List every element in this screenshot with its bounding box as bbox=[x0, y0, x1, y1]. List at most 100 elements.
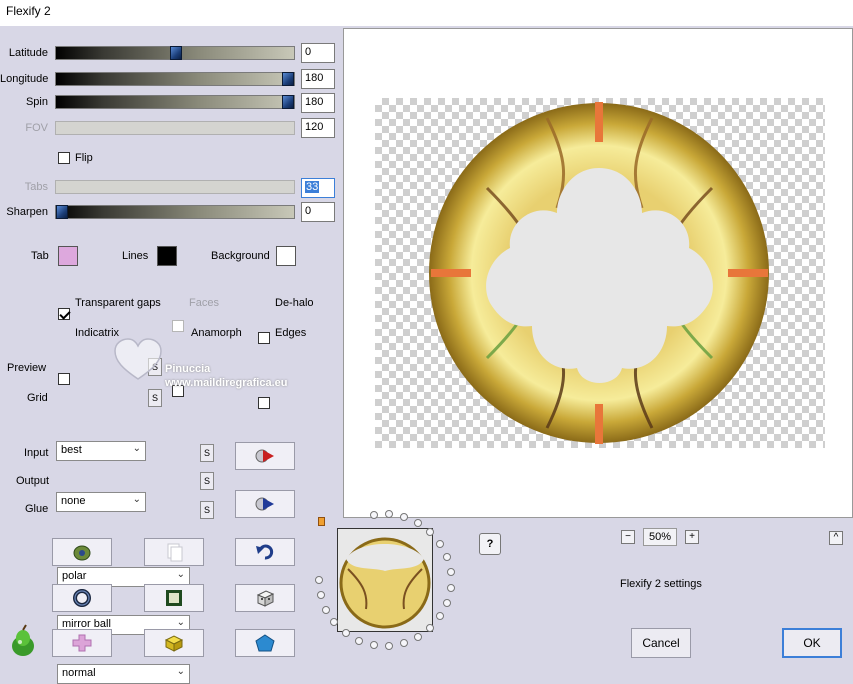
navigator-dot[interactable] bbox=[315, 576, 323, 584]
longitude-slider[interactable] bbox=[55, 72, 295, 86]
faces-label: Faces bbox=[189, 297, 219, 309]
navigator-dot[interactable] bbox=[414, 633, 422, 642]
indicatrix-checkbox[interactable] bbox=[58, 373, 70, 385]
sharpen-slider-thumb[interactable] bbox=[56, 205, 68, 219]
flip-checkbox[interactable] bbox=[58, 152, 70, 164]
edges-checkbox[interactable] bbox=[258, 397, 270, 409]
help-icon: ? bbox=[486, 538, 494, 550]
navigator-dot[interactable] bbox=[426, 624, 435, 632]
input-s-button[interactable]: S bbox=[200, 444, 214, 462]
output-preview-button[interactable] bbox=[235, 490, 295, 518]
zoom-in-button[interactable]: + bbox=[685, 530, 699, 544]
spin-slider[interactable] bbox=[55, 95, 295, 109]
de-halo-checkbox[interactable] bbox=[258, 332, 270, 344]
undo-button[interactable] bbox=[235, 538, 295, 566]
ok-button[interactable]: OK bbox=[782, 628, 842, 658]
flaming-pear-logo[interactable] bbox=[6, 624, 40, 658]
tabs-input-value: 33 bbox=[305, 181, 320, 193]
navigator-dot[interactable] bbox=[426, 527, 435, 536]
fov-input: 120 bbox=[301, 118, 335, 138]
navigator-dot[interactable] bbox=[399, 512, 408, 521]
navigator-dot[interactable] bbox=[443, 553, 452, 562]
input-label: Input bbox=[24, 447, 49, 459]
cube-button[interactable] bbox=[144, 629, 204, 657]
tab-color-swatch[interactable] bbox=[58, 246, 78, 266]
navigator-dot[interactable] bbox=[384, 641, 393, 650]
spin-input[interactable]: 180 bbox=[301, 93, 335, 113]
watermark-logo bbox=[113, 337, 163, 383]
glue-select-value: normal bbox=[62, 667, 96, 679]
turtle-icon bbox=[73, 545, 91, 561]
longitude-label: Longitude bbox=[0, 73, 49, 85]
glue-select[interactable]: normal ⌄ bbox=[57, 664, 190, 684]
de-halo-label: De-halo bbox=[275, 297, 314, 309]
chevron-down-icon: ⌄ bbox=[176, 617, 185, 628]
anamorph-label: Anamorph bbox=[191, 327, 242, 339]
random-button[interactable] bbox=[235, 584, 295, 612]
input-arrow-icon bbox=[255, 449, 274, 463]
main-preview[interactable] bbox=[343, 28, 853, 518]
tabs-input[interactable]: 33 bbox=[301, 178, 335, 198]
sharpen-input[interactable]: 0 bbox=[301, 202, 335, 222]
background-color-swatch[interactable] bbox=[276, 246, 296, 266]
zoom-level: 50% bbox=[643, 528, 677, 546]
ring-icon bbox=[73, 589, 91, 607]
help-button[interactable]: ? bbox=[479, 533, 501, 555]
grid-s-button[interactable]: S bbox=[148, 389, 162, 407]
lines-color-swatch[interactable] bbox=[157, 246, 177, 266]
navigator-dot[interactable] bbox=[369, 511, 378, 519]
frame-icon bbox=[166, 590, 182, 606]
longitude-slider-thumb[interactable] bbox=[282, 72, 294, 86]
navigator-dot[interactable] bbox=[446, 583, 455, 592]
navigator-dot[interactable] bbox=[399, 639, 408, 648]
window-title: Flexify 2 bbox=[0, 0, 853, 26]
cross-button[interactable] bbox=[52, 629, 112, 657]
latitude-input[interactable]: 0 bbox=[301, 43, 335, 63]
edges-label: Edges bbox=[275, 327, 307, 339]
preview-select-value: best bbox=[61, 444, 82, 456]
thumbnail-preview[interactable] bbox=[337, 528, 433, 632]
tab-color-label: Tab bbox=[31, 250, 49, 262]
grid-select[interactable]: none ⌄ bbox=[56, 492, 146, 512]
output-s-button[interactable]: S bbox=[200, 472, 214, 490]
chevron-down-icon: ⌄ bbox=[132, 443, 141, 454]
navigator-dot[interactable] bbox=[446, 568, 455, 577]
navigator-dot[interactable] bbox=[414, 518, 422, 527]
sharpen-slider[interactable] bbox=[55, 205, 295, 219]
glue-s-button[interactable]: S bbox=[200, 501, 214, 519]
input-preview-button[interactable] bbox=[235, 442, 295, 470]
navigator-dot[interactable] bbox=[443, 598, 452, 607]
chevron-down-icon: ⌄ bbox=[132, 494, 141, 505]
navigator-dot[interactable] bbox=[369, 640, 378, 649]
navigator-dot[interactable] bbox=[341, 628, 350, 637]
output-label: Output bbox=[16, 475, 50, 487]
longitude-input[interactable]: 180 bbox=[301, 69, 335, 89]
spin-slider-thumb[interactable] bbox=[282, 95, 294, 109]
chevron-up-icon: ^ bbox=[833, 532, 839, 543]
grid-select-value: none bbox=[61, 495, 86, 507]
latitude-slider[interactable] bbox=[55, 46, 295, 60]
zoom-out-button[interactable]: − bbox=[621, 530, 635, 544]
navigator-dot[interactable] bbox=[322, 605, 331, 614]
preview-select[interactable]: best ⌄ bbox=[56, 441, 146, 461]
copy-icon bbox=[167, 543, 183, 562]
transparent-gaps-checkbox[interactable] bbox=[58, 308, 70, 320]
copy-button[interactable] bbox=[144, 538, 204, 566]
navigator-dot[interactable] bbox=[316, 591, 325, 600]
navigator-dot[interactable] bbox=[354, 636, 363, 645]
cancel-button[interactable]: Cancel bbox=[631, 628, 691, 658]
latitude-slider-thumb[interactable] bbox=[170, 46, 182, 60]
tabs-label: Tabs bbox=[24, 181, 48, 193]
thumbnail-image bbox=[338, 529, 432, 631]
fov-label: FOV bbox=[25, 122, 48, 134]
frame-button[interactable] bbox=[144, 584, 204, 612]
chevron-down-icon: ⌄ bbox=[176, 666, 185, 677]
turtle-button[interactable] bbox=[52, 538, 112, 566]
collapse-button[interactable]: ^ bbox=[829, 531, 843, 545]
navigator-dot[interactable] bbox=[436, 539, 445, 548]
navigator-dot[interactable] bbox=[384, 510, 393, 519]
sharpen-label: Sharpen bbox=[6, 206, 48, 218]
pentagon-button[interactable] bbox=[235, 629, 295, 657]
ring-button[interactable] bbox=[52, 584, 112, 612]
navigator-dot[interactable] bbox=[436, 612, 445, 621]
